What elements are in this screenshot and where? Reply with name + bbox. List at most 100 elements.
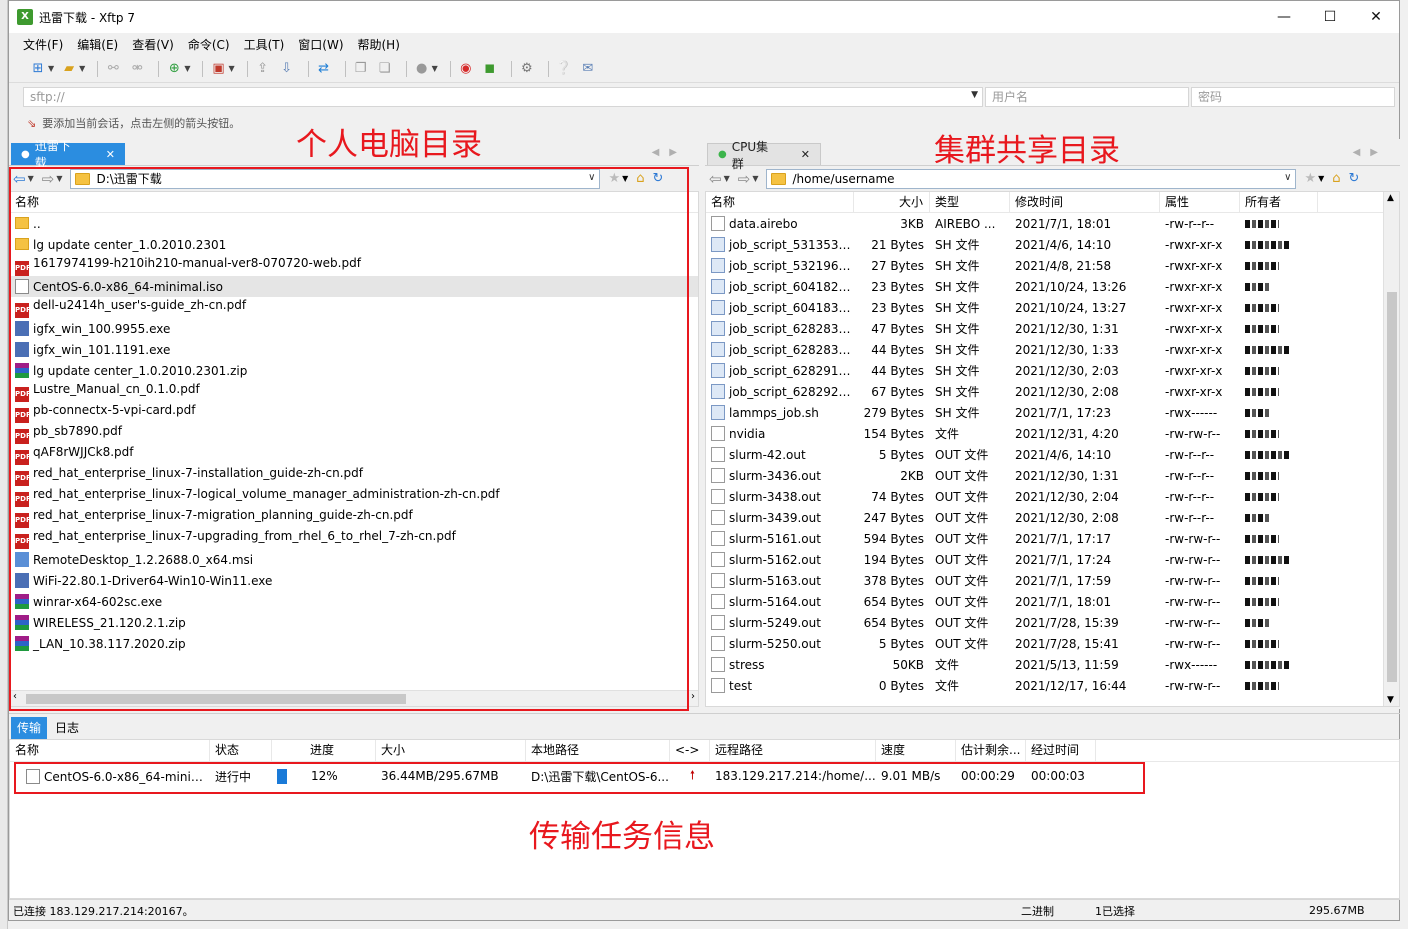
back-icon[interactable]: ⇦ xyxy=(709,170,722,188)
password-input[interactable]: 密码 xyxy=(1191,87,1395,107)
paste-icon[interactable]: ❏ xyxy=(376,60,394,78)
tab-scroll-arrows-icon[interactable]: ◀▶ xyxy=(1353,147,1388,158)
column-name[interactable]: 名称 xyxy=(706,191,854,213)
list-item[interactable]: nvidia 154 Bytes 文件 2021/12/31, 4:20 -rw-rw-… xyxy=(706,423,1399,444)
remote-vertical-scrollbar[interactable]: ▲ ▼ xyxy=(1383,192,1399,706)
tab-transfer[interactable]: 传输 xyxy=(11,717,48,739)
tab-local[interactable]: ● 迅雷下载 ✕ xyxy=(11,139,125,170)
list-item[interactable]: job_script_6041829... 23 Bytes SH 文件 2021/1… xyxy=(706,276,1399,297)
scroll-right-icon[interactable]: › xyxy=(691,691,695,702)
column-status[interactable]: 状态 xyxy=(210,740,272,761)
list-item[interactable]: job_script_5313535... 21 Bytes SH 文件 2021/4… xyxy=(706,234,1399,255)
list-item[interactable]: stress 50KB 文件 2021/5/13, 11:59 -rwx------ xyxy=(706,654,1399,675)
gear-icon[interactable]: ⚙ xyxy=(518,60,536,78)
terminal-icon[interactable]: ▣ xyxy=(209,60,227,78)
list-item[interactable]: slurm-3438.out 74 Bytes OUT 文件 2021/12/30, … xyxy=(706,486,1399,507)
list-item[interactable]: job_script_6282836... 44 Bytes SH 文件 2021/1… xyxy=(706,339,1399,360)
username-input[interactable]: 用户名 xyxy=(985,87,1189,107)
column-owner[interactable]: 所有者 xyxy=(1240,191,1318,213)
chevron-down-icon[interactable]: ▼ xyxy=(79,64,85,73)
help-icon[interactable]: ❔ xyxy=(555,60,573,78)
forward-icon[interactable]: ⇨ xyxy=(738,170,751,188)
list-item[interactable]: slurm-5162.out 194 Bytes OUT 文件 2021/7/1, 1… xyxy=(706,549,1399,570)
list-item[interactable]: slurm-5163.out 378 Bytes OUT 文件 2021/7/1, 1… xyxy=(706,570,1399,591)
maximize-button[interactable]: ☐ xyxy=(1307,1,1353,33)
list-item[interactable]: job_script_6282925... 67 Bytes SH 文件 2021/1… xyxy=(706,381,1399,402)
column-remote-path[interactable]: 远程路径 xyxy=(710,740,876,761)
menu-file[interactable]: 文件(F) xyxy=(23,36,63,53)
tab-scroll-arrows-icon[interactable]: ◀▶ xyxy=(652,147,687,158)
new-window-icon[interactable]: ⊕ xyxy=(165,60,183,78)
list-item[interactable]: data.airebo 3KB AIREBO ... 2021/7/1, 18:01 -… xyxy=(706,213,1399,234)
chevron-down-icon[interactable]: ▼ xyxy=(228,64,234,73)
upload-icon[interactable]: ⇪ xyxy=(254,60,272,78)
host-address-input[interactable]: sftp:// ▼ xyxy=(23,87,983,107)
menu-window[interactable]: 窗口(W) xyxy=(298,36,343,53)
download-icon[interactable]: ⇩ xyxy=(278,60,296,78)
column-attributes[interactable]: 属性 xyxy=(1160,191,1240,213)
open-folder-icon[interactable]: ▰ xyxy=(60,60,78,78)
list-item[interactable]: slurm-5250.out 5 Bytes OUT 文件 2021/7/28, 15… xyxy=(706,633,1399,654)
scroll-down-icon[interactable]: ▼ xyxy=(1387,695,1394,705)
remote-path-input[interactable]: /home/username ∨ xyxy=(766,168,1297,189)
column-local-path[interactable]: 本地路径 xyxy=(526,740,670,761)
list-item[interactable]: slurm-3436.out 2KB OUT 文件 2021/12/30, 1:31 -… xyxy=(706,465,1399,486)
list-item[interactable]: job_script_6282913... 44 Bytes SH 文件 2021/1… xyxy=(706,360,1399,381)
chevron-down-icon[interactable]: ▼ xyxy=(752,174,758,183)
column-modified[interactable]: 修改时间 xyxy=(1010,191,1160,213)
close-button[interactable]: ✕ xyxy=(1353,1,1399,33)
list-item[interactable]: slurm-5164.out 654 Bytes OUT 文件 2021/7/1, 1… xyxy=(706,591,1399,612)
sync-icon[interactable]: ⇄ xyxy=(315,60,333,78)
refresh-icon[interactable]: ↻ xyxy=(1349,171,1360,186)
list-item[interactable]: slurm-5249.out 654 Bytes OUT 文件 2021/7/28, … xyxy=(706,612,1399,633)
list-item[interactable]: job_script_6041831... 23 Bytes SH 文件 2021/1… xyxy=(706,297,1399,318)
chevron-down-icon[interactable]: ▼ xyxy=(724,174,730,183)
column-name[interactable]: 名称 xyxy=(10,740,210,761)
column-size[interactable]: 大小 xyxy=(376,740,526,761)
close-icon[interactable]: ✕ xyxy=(801,148,810,161)
tab-log[interactable]: 日志 xyxy=(49,717,85,739)
chevron-down-icon[interactable]: ▼ xyxy=(432,64,438,73)
connect-icon[interactable]: ⚯ xyxy=(104,60,122,78)
list-item[interactable]: slurm-5161.out 594 Bytes OUT 文件 2021/7/1, 1… xyxy=(706,528,1399,549)
disconnect-icon[interactable]: ⚮ xyxy=(128,60,146,78)
list-item[interactable]: lammps_job.sh 279 Bytes SH 文件 2021/7/1, 17:… xyxy=(706,402,1399,423)
chevron-down-icon[interactable]: ∨ xyxy=(1284,172,1291,183)
menu-command[interactable]: 命令(C) xyxy=(188,36,230,53)
close-icon[interactable]: ✕ xyxy=(106,148,115,161)
minimize-button[interactable]: — xyxy=(1261,1,1307,33)
column-speed[interactable]: 速度 xyxy=(876,740,956,761)
xshell-icon[interactable]: ◉ xyxy=(457,60,475,78)
parent-folder-icon[interactable]: ⌂ xyxy=(1332,171,1340,186)
chevron-down-icon[interactable]: ▼ xyxy=(971,90,978,100)
column-size[interactable]: 大小 xyxy=(854,191,930,213)
xftp-icon[interactable]: ◼ xyxy=(481,60,499,78)
menu-edit[interactable]: 编辑(E) xyxy=(77,36,118,53)
list-item[interactable]: job_script_5321960... 27 Bytes SH 文件 2021/4… xyxy=(706,255,1399,276)
add-session-arrow-icon[interactable]: ⇘ xyxy=(27,117,36,130)
new-session-icon[interactable]: ⊞ xyxy=(29,60,47,78)
column-type[interactable]: 类型 xyxy=(930,191,1010,213)
file-owner xyxy=(1240,616,1318,630)
column-direction[interactable]: <-> xyxy=(670,740,710,761)
menu-tools[interactable]: 工具(T) xyxy=(244,36,285,53)
column-progress[interactable]: 进度 xyxy=(272,740,376,761)
chevron-down-icon[interactable]: ▼ xyxy=(48,64,54,73)
list-item[interactable]: test 0 Bytes 文件 2021/12/17, 16:44 -rw-rw-r-- xyxy=(706,675,1399,696)
chevron-down-icon[interactable]: ▼ xyxy=(1318,174,1324,183)
column-elapsed[interactable]: 经过时间 xyxy=(1026,740,1096,761)
menu-help[interactable]: 帮助(H) xyxy=(358,36,400,53)
column-remaining[interactable]: 估计剩余... xyxy=(956,740,1026,761)
copy-icon[interactable]: ❐ xyxy=(352,60,370,78)
scrollbar-thumb[interactable] xyxy=(1387,292,1397,682)
favorite-star-icon[interactable]: ★ xyxy=(1304,171,1316,186)
list-item[interactable]: slurm-3439.out 247 Bytes OUT 文件 2021/12/30,… xyxy=(706,507,1399,528)
scroll-up-icon[interactable]: ▲ xyxy=(1387,193,1394,203)
list-item[interactable]: slurm-42.out 5 Bytes OUT 文件 2021/4/6, 14:10… xyxy=(706,444,1399,465)
tab-remote[interactable]: ● CPU集群 ✕ xyxy=(707,140,821,171)
chevron-down-icon[interactable]: ▼ xyxy=(184,64,190,73)
disk-icon[interactable]: ● xyxy=(413,60,431,78)
chat-icon[interactable]: ✉ xyxy=(579,60,597,78)
menu-view[interactable]: 查看(V) xyxy=(132,36,174,53)
list-item[interactable]: job_script_6282832... 47 Bytes SH 文件 2021/1… xyxy=(706,318,1399,339)
